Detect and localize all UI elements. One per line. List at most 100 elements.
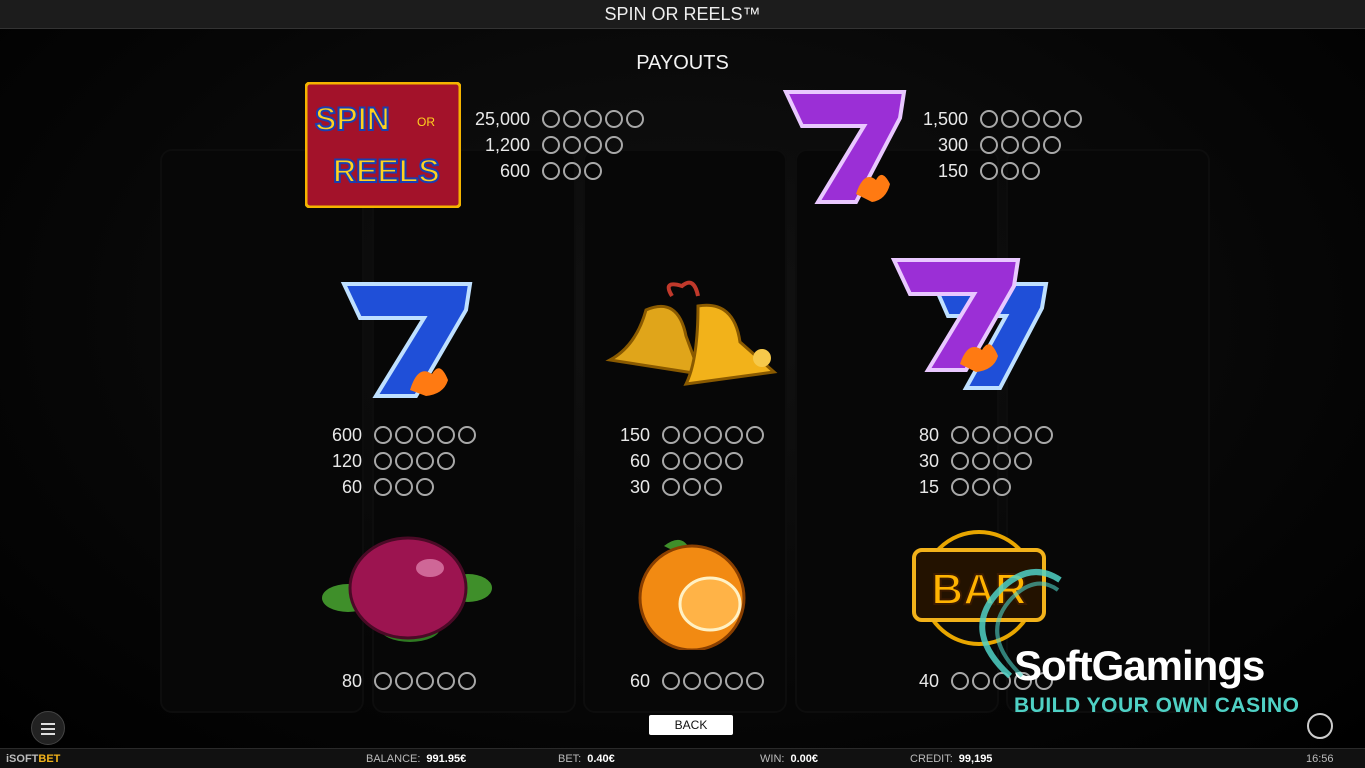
payout-amount: 150 (619, 424, 650, 445)
symbol-count-dot (1043, 136, 1061, 154)
symbol-count-dot (683, 478, 701, 496)
symbol-count-dot (416, 426, 434, 444)
symbol-count-dot (704, 672, 722, 690)
payout-row: 150 (604, 422, 767, 448)
symbol-count-dot (395, 452, 413, 470)
payout-table-plum: 80 (316, 668, 479, 694)
payout-amount: 15 (918, 476, 939, 497)
payout-row: 120 (316, 448, 479, 474)
payout-amount: 80 (918, 424, 939, 445)
payout-row: 15 (893, 474, 1056, 500)
purple-seven-icon (772, 84, 912, 208)
payout-amount: 1,200 (484, 134, 530, 155)
symbol-count-dot (725, 452, 743, 470)
symbol-count-dot (746, 426, 764, 444)
symbol-count-dot (1064, 110, 1082, 128)
symbol-count-dot (1043, 110, 1061, 128)
payout-row: 300 (900, 132, 1085, 158)
symbol-count-dot (437, 426, 455, 444)
symbol-count-dot (993, 478, 1011, 496)
symbol-count-dot (374, 672, 392, 690)
payout-row: 30 (604, 474, 767, 500)
isoftbet-logo: iSOFTBET (6, 753, 60, 765)
brand-suffix: BET (38, 753, 61, 765)
symbol-count-dot (605, 136, 623, 154)
symbol-count-dot (993, 426, 1011, 444)
symbol-count-dot (683, 426, 701, 444)
symbol-count-dot (374, 452, 392, 470)
symbol-count-dot (1022, 110, 1040, 128)
payout-row: 60 (604, 448, 767, 474)
bet-value: 0.40€ (587, 753, 615, 765)
symbol-count-dot (704, 426, 722, 444)
payout-row: 600 (440, 158, 647, 184)
spin-or-reels-logo-icon: SPIN OR REELS (304, 81, 462, 209)
symbol-count-dot (1001, 136, 1019, 154)
payout-amount: 80 (341, 670, 362, 691)
symbol-count-dot (980, 110, 998, 128)
balance-label: BALANCE: (366, 753, 421, 765)
symbol-count-dot (704, 478, 722, 496)
payout-amount: 60 (629, 450, 650, 471)
clock: 16:56 (1306, 753, 1334, 765)
payout-amount: 60 (629, 670, 650, 691)
balance-readout: BALANCE: 991.95€ (366, 753, 466, 765)
symbol-count-dot (980, 136, 998, 154)
symbol-count-dot (416, 452, 434, 470)
win-readout: WIN: 0.00€ (760, 753, 818, 765)
symbol-count-dot (563, 110, 581, 128)
symbol-count-dot (458, 672, 476, 690)
balance-value: 991.95€ (426, 753, 467, 765)
payout-row: 30 (893, 448, 1056, 474)
symbol-count-dot (626, 110, 644, 128)
symbol-count-dot (584, 136, 602, 154)
symbol-count-dot (584, 110, 602, 128)
payout-amount: 25,000 (474, 108, 530, 129)
symbol-count-dot (980, 162, 998, 180)
symbol-count-dot (662, 478, 680, 496)
symbol-count-dot (563, 136, 581, 154)
symbol-count-dot (1022, 136, 1040, 154)
back-button[interactable]: BACK (649, 715, 733, 735)
payout-row: 80 (316, 668, 479, 694)
credit-readout: CREDIT: 99,195 (910, 753, 992, 765)
payout-row: 1,200 (440, 132, 647, 158)
symbol-count-dot (993, 452, 1011, 470)
symbol-count-dot (662, 452, 680, 470)
symbol-count-dot (1014, 426, 1032, 444)
orange-icon (628, 532, 756, 652)
softgamings-watermark: SoftGamings BUILD YOUR OWN CASINO (979, 569, 1299, 718)
credit-value: 99,195 (958, 753, 993, 765)
payout-table-logo: 25,000 1,200 600 (440, 106, 647, 184)
symbol-count-dot (972, 478, 990, 496)
payouts-heading: PAYOUTS (636, 52, 729, 74)
payout-row: 1,500 (900, 106, 1085, 132)
symbol-count-dot (1022, 162, 1040, 180)
symbol-count-dot (683, 452, 701, 470)
symbol-count-dot (395, 426, 413, 444)
symbol-count-dot (704, 452, 722, 470)
logo-word-or: OR (417, 115, 435, 129)
payout-row: 60 (604, 668, 767, 694)
payout-table-double-seven: 80 30 15 (893, 422, 1056, 500)
menu-button[interactable] (31, 711, 65, 745)
symbol-count-dot (542, 162, 560, 180)
symbol-count-dot (662, 426, 680, 444)
symbol-count-dot (458, 426, 476, 444)
symbol-count-dot (972, 426, 990, 444)
payout-table-golden-bells: 150 60 30 (604, 422, 767, 500)
plum-icon (318, 528, 494, 652)
golden-bells-icon (602, 276, 784, 410)
payout-amount: 150 (937, 160, 968, 181)
win-value: 0.00€ (790, 753, 818, 765)
credit-label: CREDIT: (910, 753, 953, 765)
fullscreen-icon[interactable] (1307, 713, 1333, 739)
symbol-count-dot (972, 452, 990, 470)
symbol-count-dot (542, 110, 560, 128)
symbol-count-dot (746, 672, 764, 690)
symbol-count-dot (662, 672, 680, 690)
symbol-count-dot (1035, 426, 1053, 444)
symbol-count-dot (374, 478, 392, 496)
symbol-count-dot (416, 478, 434, 496)
payout-amount: 1,500 (922, 108, 968, 129)
